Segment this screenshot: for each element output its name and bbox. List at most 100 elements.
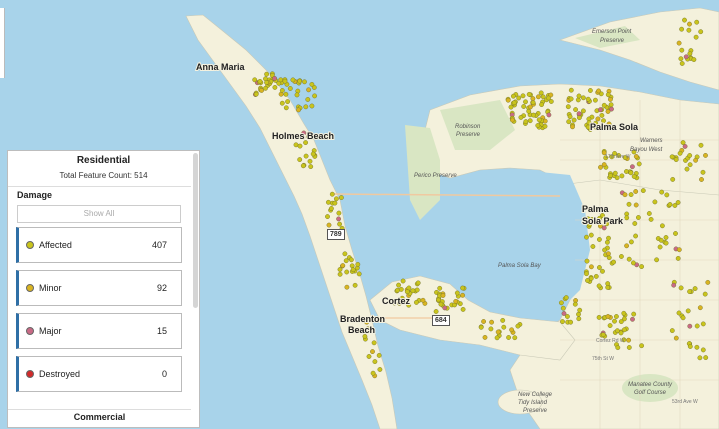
damage-point[interactable] <box>328 206 334 211</box>
damage-point[interactable] <box>687 289 692 294</box>
damage-point[interactable] <box>615 345 621 350</box>
damage-point[interactable] <box>588 232 594 238</box>
damage-point[interactable] <box>398 286 404 292</box>
damage-point[interactable] <box>671 282 677 288</box>
damage-point[interactable] <box>630 316 635 322</box>
damage-point[interactable] <box>576 111 582 117</box>
damage-point[interactable] <box>518 115 524 120</box>
damage-point[interactable] <box>685 308 691 314</box>
damage-point[interactable] <box>571 117 577 123</box>
damage-point[interactable] <box>584 271 589 277</box>
damage-point[interactable] <box>670 176 676 182</box>
damage-point[interactable] <box>370 370 376 376</box>
damage-point[interactable] <box>673 157 679 163</box>
damage-point[interactable] <box>535 123 541 128</box>
damage-point[interactable] <box>336 210 342 216</box>
damage-point[interactable] <box>669 154 675 160</box>
damage-point[interactable] <box>509 327 514 333</box>
damage-point[interactable] <box>278 77 284 83</box>
damage-point[interactable] <box>404 289 410 295</box>
damage-point[interactable] <box>560 319 565 324</box>
damage-point[interactable] <box>325 199 331 205</box>
damage-point[interactable] <box>633 154 639 159</box>
damage-point[interactable] <box>676 310 682 316</box>
damage-point[interactable] <box>414 287 420 293</box>
damage-point[interactable] <box>631 260 636 266</box>
damage-point[interactable] <box>660 223 665 229</box>
damage-point[interactable] <box>356 271 362 277</box>
damage-point[interactable] <box>622 316 627 322</box>
damage-point[interactable] <box>309 103 315 109</box>
damage-point[interactable] <box>636 161 642 167</box>
damage-point[interactable] <box>523 119 529 125</box>
damage-point[interactable] <box>332 200 338 206</box>
damage-point[interactable] <box>605 109 611 114</box>
damage-point[interactable] <box>460 285 465 291</box>
damage-point[interactable] <box>559 300 564 306</box>
damage-point[interactable] <box>307 158 313 164</box>
damage-point[interactable] <box>626 256 632 262</box>
damage-point[interactable] <box>410 288 416 294</box>
damage-point[interactable] <box>312 93 317 99</box>
damage-point[interactable] <box>512 335 518 341</box>
damage-point[interactable] <box>693 34 699 40</box>
damage-point[interactable] <box>675 255 681 261</box>
damage-point[interactable] <box>305 97 311 102</box>
damage-point[interactable] <box>296 107 301 113</box>
damage-point[interactable] <box>686 27 692 33</box>
damage-point[interactable] <box>415 280 421 286</box>
damage-point[interactable] <box>350 267 356 273</box>
damage-point[interactable] <box>482 334 488 340</box>
damage-point[interactable] <box>481 319 486 324</box>
damage-point[interactable] <box>600 332 606 338</box>
damage-point[interactable] <box>300 163 306 169</box>
damage-point[interactable] <box>630 164 635 170</box>
damage-point[interactable] <box>500 317 506 323</box>
damage-point[interactable] <box>348 257 354 263</box>
damage-point[interactable] <box>698 142 704 148</box>
damage-point[interactable] <box>355 261 361 267</box>
damage-point[interactable] <box>561 311 567 316</box>
damage-point[interactable] <box>306 87 311 93</box>
damage-point[interactable] <box>343 258 349 264</box>
damage-point[interactable] <box>377 367 383 372</box>
damage-point[interactable] <box>601 102 607 108</box>
damage-point[interactable] <box>621 310 627 316</box>
damage-point[interactable] <box>370 349 375 354</box>
damage-point[interactable] <box>692 286 698 291</box>
damage-point[interactable] <box>612 170 618 176</box>
damage-point[interactable] <box>590 244 596 249</box>
damage-point[interactable] <box>639 264 644 269</box>
damage-point[interactable] <box>303 140 308 146</box>
damage-point[interactable] <box>454 290 460 296</box>
damage-point[interactable] <box>595 116 601 122</box>
damage-point[interactable] <box>257 79 263 84</box>
damage-point[interactable] <box>622 192 628 198</box>
damage-point[interactable] <box>440 293 446 298</box>
damage-point[interactable] <box>687 21 692 27</box>
damage-point[interactable] <box>285 99 290 105</box>
damage-point[interactable] <box>505 97 511 103</box>
damage-point[interactable] <box>700 347 706 353</box>
damage-point[interactable] <box>523 99 528 105</box>
damage-point[interactable] <box>310 151 316 157</box>
damage-point[interactable] <box>632 221 638 226</box>
damage-point[interactable] <box>376 352 382 358</box>
damage-point[interactable] <box>691 57 697 62</box>
damage-point[interactable] <box>605 281 611 286</box>
damage-point[interactable] <box>325 214 330 220</box>
damage-point[interactable] <box>283 91 289 97</box>
damage-point[interactable] <box>303 153 309 159</box>
damage-point[interactable] <box>539 102 544 108</box>
damage-point[interactable] <box>679 26 684 32</box>
damage-point[interactable] <box>283 105 289 111</box>
damage-point[interactable] <box>597 265 602 270</box>
damage-point[interactable] <box>279 100 285 106</box>
damage-point[interactable] <box>510 117 515 123</box>
damage-point[interactable] <box>309 82 315 87</box>
damage-point[interactable] <box>639 343 644 349</box>
damage-point[interactable] <box>614 314 619 319</box>
damage-point[interactable] <box>433 309 439 314</box>
damage-point[interactable] <box>494 335 500 341</box>
damage-point[interactable] <box>263 85 268 91</box>
